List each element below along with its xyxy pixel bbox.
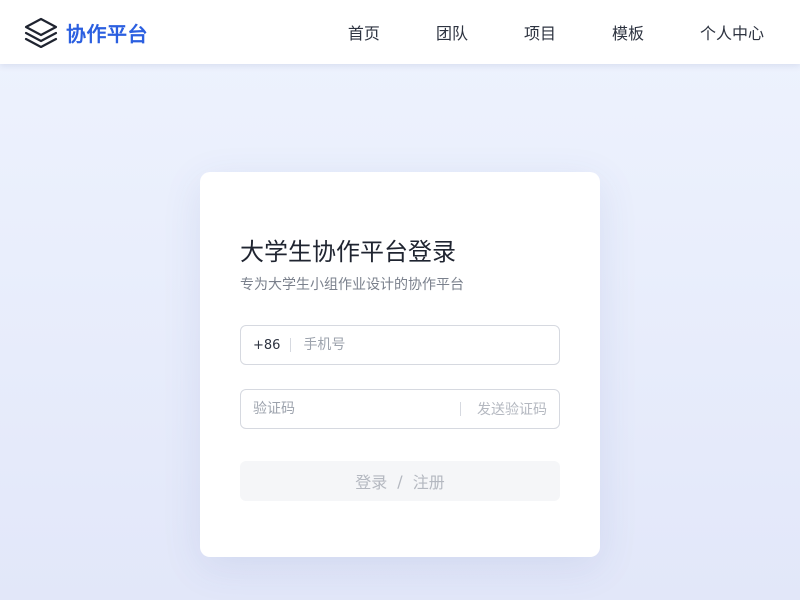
brand-name: 协作平台 (66, 21, 148, 46)
layers-icon (24, 17, 58, 48)
register-label: 注册 (412, 473, 445, 492)
country-code-prefix[interactable]: +86 (241, 338, 290, 353)
label-separator: / (397, 471, 403, 491)
main-nav: 首页 团队 项目 模板 个人中心 (348, 0, 764, 64)
login-title: 大学生协作平台登录 (240, 238, 456, 266)
phone-input[interactable] (291, 326, 559, 364)
login-label: 登录 (355, 473, 388, 492)
nav-item-team[interactable]: 团队 (436, 20, 468, 44)
phone-field: +86 (240, 325, 560, 365)
nav-item-projects[interactable]: 项目 (524, 20, 556, 44)
top-navbar: 协作平台 首页 团队 项目 模板 个人中心 (0, 0, 800, 64)
login-card: 大学生协作平台登录 专为大学生小组作业设计的协作平台 +86 发送验证码 登录 … (200, 172, 600, 557)
brand-logo[interactable]: 协作平台 (24, 16, 148, 48)
send-code-button[interactable]: 发送验证码 (461, 399, 559, 419)
nav-item-templates[interactable]: 模板 (612, 20, 644, 44)
nav-item-home[interactable]: 首页 (348, 20, 380, 44)
login-register-button[interactable]: 登录 / 注册 (240, 461, 560, 501)
login-subtitle: 专为大学生小组作业设计的协作平台 (240, 277, 464, 293)
nav-item-profile[interactable]: 个人中心 (700, 20, 764, 44)
code-field: 发送验证码 (240, 389, 560, 429)
verification-code-input[interactable] (241, 390, 460, 428)
